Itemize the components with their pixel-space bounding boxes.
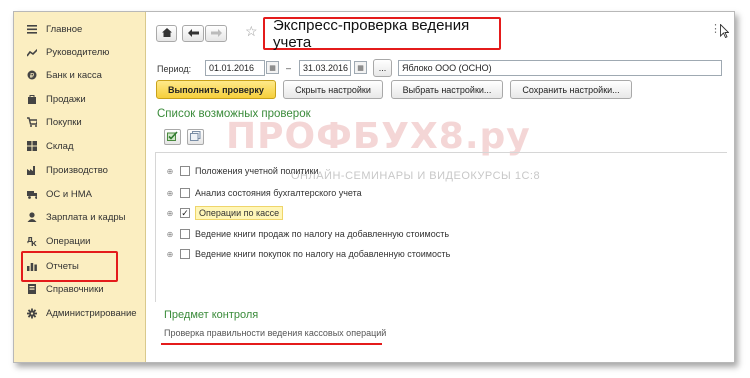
period-from-input[interactable]: 01.01.2016 xyxy=(205,60,265,76)
expand-icon[interactable]: ⊕ xyxy=(165,189,175,198)
chart-trend-icon xyxy=(27,47,37,57)
period-separator: – xyxy=(286,63,292,73)
operations-icon: ДК xyxy=(27,236,37,246)
checkbox[interactable] xyxy=(180,229,190,239)
sidebar-item-label: Покупки xyxy=(46,116,82,128)
coin-icon: ₽ xyxy=(27,70,37,80)
sidebar-item-label: Склад xyxy=(46,140,74,152)
expand-icon[interactable]: ⊕ xyxy=(165,250,175,259)
favorite-star-icon[interactable]: ☆ xyxy=(245,23,258,40)
sidebar-item-administration[interactable]: Администрирование xyxy=(14,302,146,324)
back-button[interactable] xyxy=(182,25,204,42)
sidebar-item-manager[interactable]: Руководителю xyxy=(14,41,146,63)
svg-text:К: К xyxy=(31,240,37,246)
calendar-from-icon[interactable]: ▦ xyxy=(266,61,279,74)
app-window: Главное Руководителю ₽ Банк и касса Прод… xyxy=(13,11,735,363)
sidebar-item-label: Зарплата и кадры xyxy=(46,211,126,223)
sidebar-item-warehouse[interactable]: Склад xyxy=(14,135,146,157)
sidebar-item-production[interactable]: Производство xyxy=(14,159,146,181)
warehouse-icon xyxy=(27,141,37,151)
book-icon xyxy=(27,284,37,294)
list-item[interactable]: ⊕ Ведение книги продаж по налогу на доба… xyxy=(165,226,449,242)
sidebar-item-label: ОС и НМА xyxy=(46,188,92,200)
sidebar-item-purchases[interactable]: Покупки xyxy=(14,111,146,133)
page-title: Экспресс-проверка ведения учета xyxy=(263,17,501,51)
sidebar-item-label: Администрирование xyxy=(46,307,137,319)
check-all-icon xyxy=(167,128,178,146)
arrow-right-icon xyxy=(210,28,222,39)
sidebar-item-salary[interactable]: Зарплата и кадры xyxy=(14,206,146,228)
home-button[interactable] xyxy=(156,25,177,42)
expand-icon[interactable]: ⊕ xyxy=(165,209,175,218)
sidebar-item-sales[interactable]: Продажи xyxy=(14,88,146,110)
checkbox[interactable] xyxy=(180,188,190,198)
check-label: Анализ состояния бухгалтерского учета xyxy=(195,188,362,198)
watermark-title: ПРОФБУХ8.ру xyxy=(226,116,531,157)
forward-button[interactable] xyxy=(205,25,227,42)
svg-text:₽: ₽ xyxy=(30,72,35,80)
subject-section-title: Предмет контроля xyxy=(164,309,259,321)
checkbox-checked[interactable]: ✓ xyxy=(180,208,190,218)
sidebar-item-directories[interactable]: Справочники xyxy=(14,278,146,300)
expand-icon[interactable]: ⊕ xyxy=(165,167,175,176)
check-label: Ведение книги продаж по налогу на добавл… xyxy=(195,229,450,239)
gear-icon xyxy=(27,308,37,318)
factory-icon xyxy=(27,165,37,175)
person-icon xyxy=(27,212,37,222)
choose-settings-button[interactable]: Выбрать настройки... xyxy=(391,80,503,99)
checkbox[interactable] xyxy=(180,166,190,176)
period-select-button[interactable]: ... xyxy=(373,59,392,77)
sidebar-item-label: Руководителю xyxy=(46,46,110,58)
check-label: Ведение книги покупок по налогу на добав… xyxy=(195,249,451,259)
arrow-left-icon xyxy=(187,28,199,39)
checks-section-title: Список возможных проверок xyxy=(157,108,311,120)
hide-settings-button[interactable]: Скрыть настройки xyxy=(283,80,383,99)
sidebar-item-main[interactable]: Главное xyxy=(14,18,146,40)
save-settings-button[interactable]: Сохранить настройки... xyxy=(510,80,632,99)
calendar-to-icon[interactable]: ▦ xyxy=(354,61,367,74)
main-panel: ☆ Экспресс-проверка ведения учета ⋮ Пери… xyxy=(147,12,734,362)
uncheck-all-icon xyxy=(190,128,201,146)
list-item[interactable]: ⊕ Ведение книги покупок по налогу на доб… xyxy=(165,246,450,262)
list-item[interactable]: ⊕ Анализ состояния бухгалтерского учета xyxy=(165,185,362,201)
subject-text: Проверка правильности ведения кассовых о… xyxy=(164,328,387,338)
sidebar: Главное Руководителю ₽ Банк и касса Прод… xyxy=(14,12,146,362)
period-label: Период: xyxy=(157,64,192,74)
sidebar-item-label: Справочники xyxy=(46,283,104,295)
sidebar-item-label: Продажи xyxy=(46,93,86,105)
home-icon xyxy=(161,28,172,39)
mouse-cursor-icon xyxy=(720,23,730,43)
check-all-button[interactable] xyxy=(164,129,181,145)
subject-highlight-underline xyxy=(161,343,382,345)
run-check-button[interactable]: Выполнить проверку xyxy=(156,80,276,99)
organization-field[interactable]: Яблоко ООО (ОСНО) xyxy=(398,60,722,76)
period-to-input[interactable]: 31.03.2016 xyxy=(299,60,351,76)
sidebar-item-label: Производство xyxy=(46,164,108,176)
expand-icon[interactable]: ⊕ xyxy=(165,230,175,239)
sidebar-item-label: Главное xyxy=(46,23,83,35)
sidebar-item-bank[interactable]: ₽ Банк и касса xyxy=(14,64,146,86)
truck-icon xyxy=(27,189,37,199)
check-label: Операции по кассе xyxy=(195,206,284,220)
checkbox[interactable] xyxy=(180,249,190,259)
cart-icon xyxy=(27,117,37,127)
uncheck-all-button[interactable] xyxy=(187,129,204,145)
sidebar-item-label: Операции xyxy=(46,235,91,247)
menu-icon xyxy=(27,24,37,34)
sidebar-item-fixed-assets[interactable]: ОС и НМА xyxy=(14,183,146,205)
list-item[interactable]: ⊕ ✓ Операции по кассе xyxy=(165,205,284,221)
sidebar-item-label: Банк и касса xyxy=(46,69,102,81)
sidebar-item-operations[interactable]: ДК Операции xyxy=(14,230,146,252)
bag-icon xyxy=(27,94,37,104)
watermark-subtitle: ОНЛАЙН-СЕМИНАРЫ И ВИДЕОКУРСЫ 1С:8 xyxy=(291,170,541,182)
